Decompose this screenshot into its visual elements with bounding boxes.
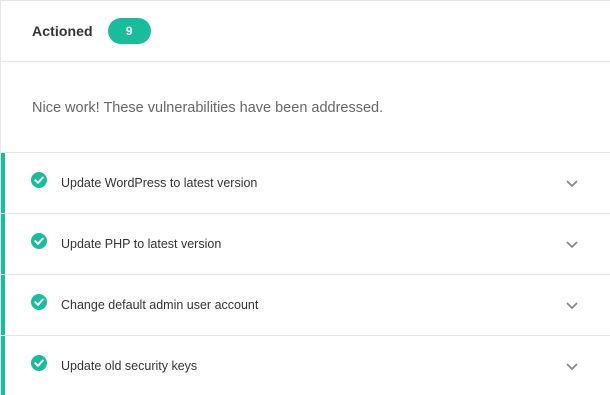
list-item-admin-account[interactable]: Change default admin user account — [1, 275, 610, 336]
list-item-php-update[interactable]: Update PHP to latest version — [1, 214, 610, 275]
chevron-down-icon[interactable] — [565, 299, 579, 313]
item-label: Update PHP to latest version — [61, 237, 222, 251]
count-badge: 9 — [107, 18, 151, 44]
item-label: Change default admin user account — [61, 298, 259, 312]
panel-header: Actioned 9 — [1, 1, 610, 62]
accent-bar — [1, 275, 5, 335]
panel-title: Actioned — [32, 23, 93, 39]
chevron-down-icon[interactable] — [565, 238, 579, 252]
item-label: Update WordPress to latest version — [61, 176, 258, 190]
check-circle-icon — [31, 355, 47, 371]
list-item-security-keys[interactable]: Update old security keys — [1, 336, 610, 395]
accent-bar — [1, 336, 5, 395]
check-circle-icon — [31, 172, 47, 188]
check-circle-icon — [31, 233, 47, 249]
status-message: Nice work! These vulnerabilities have be… — [1, 62, 610, 153]
list-item-wordpress-update[interactable]: Update WordPress to latest version — [1, 153, 610, 214]
vulnerability-list: Update WordPress to latest version Updat… — [1, 153, 610, 395]
accent-bar — [1, 153, 5, 213]
actioned-panel: Actioned 9 Nice work! These vulnerabilit… — [0, 0, 610, 395]
accent-bar — [1, 214, 5, 274]
item-label: Update old security keys — [61, 359, 198, 373]
chevron-down-icon[interactable] — [565, 177, 579, 191]
chevron-down-icon[interactable] — [565, 360, 579, 374]
check-circle-icon — [31, 294, 47, 310]
